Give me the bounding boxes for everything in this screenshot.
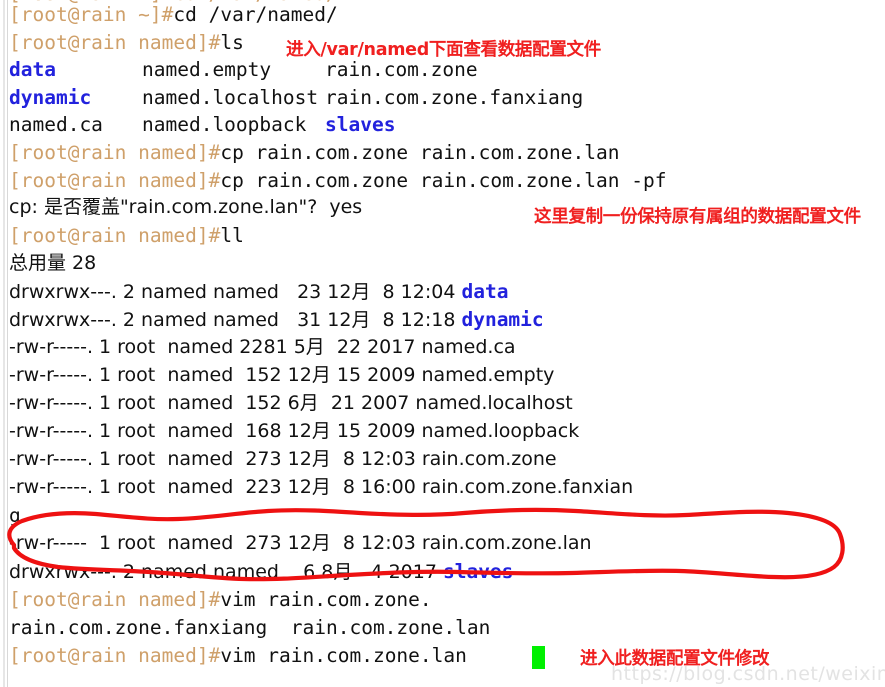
command-text: cd /var/named/: [173, 3, 338, 26]
terminal-line-vim-final: [root@rain named]#vim rain.com.zone.lan: [9, 642, 479, 670]
command-text: ll: [220, 224, 244, 247]
file-entry-rain-com-zone-fanxiang: rain.com.zone.fanxiang: [325, 85, 584, 109]
ll-row-wrapped-tail: g: [9, 504, 21, 527]
file-entry-named-localhost: named.localhost: [142, 85, 319, 109]
terminal-screen[interactable]: [root@rain ~]#cd /var/named/ [root@rain …: [9, 0, 885, 687]
command-text: vim rain.com.zone.: [220, 588, 432, 611]
ll-row-dynamic: drwxrwx---. 2 named named 31 12月 8 12:18…: [9, 306, 544, 335]
command-text: ls: [220, 30, 244, 54]
ll-row-named-localhost: -rw-r-----. 1 root named 152 6月 21 2007 …: [9, 392, 573, 414]
file-entry-named-ca: named.ca: [9, 113, 103, 136]
shell-prompt: [root@rain named]#: [9, 644, 221, 667]
annotation-copy-preserve: 这里复制一份保持原有属组的数据配置文件: [534, 207, 861, 227]
ll-row-named-ca: -rw-r-----. 1 root named 2281 5月 22 2017…: [9, 336, 516, 358]
ll-row-filename: slaves: [442, 560, 514, 583]
scrollbar-rail[interactable]: [3, 0, 5, 687]
annotation-enter-named-dir: 进入/var/named下面查看数据配置文件: [286, 40, 601, 60]
terminal-line-ll: [root@rain named]#ll: [9, 222, 244, 250]
ll-row-meta: drwxrwx---. 2 named named 6 8月 4 2017: [9, 561, 443, 583]
total-blocks-label: 总用量 28: [9, 252, 97, 274]
terminal-line-vim-tab: [root@rain named]#vim rain.com.zone.: [9, 586, 432, 614]
file-entry-dynamic: dynamic: [9, 85, 92, 109]
shell-prompt: [root@rain named]#: [9, 168, 221, 192]
ll-row-filename: dynamic: [461, 308, 544, 331]
shell-prompt: [root@rain named]#: [9, 30, 221, 54]
file-entry-named-loopback: named.loopback: [142, 113, 307, 136]
command-text: cp rain.com.zone rain.com.zone.lan -pf: [220, 168, 667, 192]
terminal-line-cd: [root@rain ~]#cd /var/named/: [9, 1, 338, 29]
ll-row-rain-com-zone-fanxiang: -rw-r-----. 1 root named 223 12月 8 16:00…: [9, 476, 634, 498]
watermark-text: https://blog.csdn.net/weixin_44324367: [611, 663, 885, 685]
shell-prompt: [root@rain named]#: [9, 224, 221, 247]
terminal-line-ls: [root@rain named]#ls: [9, 29, 244, 57]
shell-prompt: [root@rain named]#: [9, 588, 221, 611]
ll-row-rain-com-zone-lan: -rw-r----- 1 root named 273 12月 8 12:03 …: [9, 532, 592, 554]
ls-output-row-3: named.ca named.loopback slaves: [9, 111, 395, 139]
terminal-line-cp-2: [root@rain named]#cp rain.com.zone rain.…: [9, 167, 666, 195]
ll-row-meta: drwxrwx---. 2 named named 31 12月 8 12:18: [9, 309, 462, 331]
ll-row-rain-com-zone: -rw-r-----. 1 root named 273 12月 8 12:03…: [9, 448, 557, 470]
terminal-window: [root@rain ~]#cd /var/named/ [root@rain …: [0, 0, 885, 687]
window-left-border: [0, 0, 8, 687]
ll-row-named-empty: -rw-r-----. 1 root named 152 12月 15 2009…: [9, 364, 555, 386]
shell-prompt: [root@rain named]#: [9, 141, 221, 164]
shell-prompt: [root@rain ~]#: [9, 3, 174, 26]
ls-output-row-2: dynamic named.localhost rain.com.zone.fanx…: [9, 84, 583, 112]
ll-row-named-loopback: -rw-r-----. 1 root named 168 12月 15 2009…: [9, 420, 580, 442]
command-text: vim rain.com.zone.lan: [220, 644, 479, 667]
ll-row-slaves: drwxrwx---. 2 named named 6 8月 4 2017 sl…: [9, 558, 513, 587]
ll-row-data: drwxrwx---. 2 named named 23 12月 8 12:04…: [9, 278, 508, 307]
ll-row-filename: data: [461, 280, 509, 303]
file-entry-data: data: [9, 58, 56, 81]
ll-row-meta: drwxrwx---. 2 named named 23 12月 8 12:04: [9, 281, 462, 303]
cp-overwrite-prompt: cp: 是否覆盖"rain.com.zone.lan"? yes: [9, 196, 363, 218]
file-entry-slaves: slaves: [325, 113, 396, 136]
tab-completion-candidates: rain.com.zone.fanxiang rain.com.zone.lan: [9, 616, 491, 639]
text-cursor: [532, 646, 545, 669]
file-entry-rain-com-zone: rain.com.zone: [325, 58, 478, 81]
command-text: cp rain.com.zone rain.com.zone.lan: [220, 141, 620, 164]
terminal-line-cp-1: [root@rain named]#cp rain.com.zone rain.…: [9, 139, 620, 167]
